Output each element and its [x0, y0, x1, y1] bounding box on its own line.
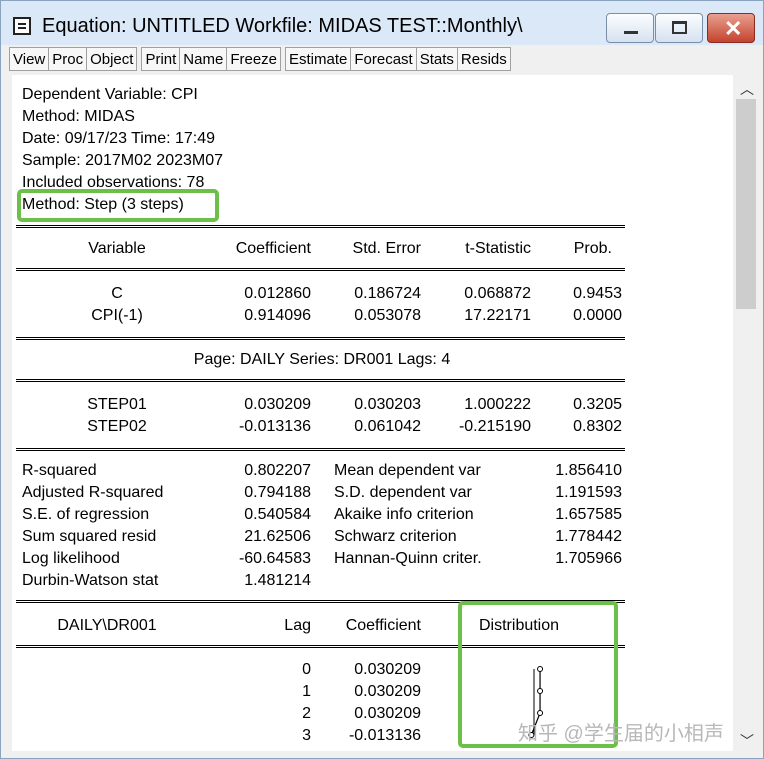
col-std-error: Std. Error: [352, 240, 421, 257]
lag-coefficient: 0.030209: [354, 661, 421, 678]
lag-coefficient: 0.030209: [354, 705, 421, 722]
stat-value: 21.62506: [244, 528, 311, 545]
row-step01-variable: STEP01: [87, 396, 147, 413]
minimize-icon: [624, 31, 638, 34]
row-step01-prob: 0.3205: [573, 396, 622, 413]
stat-label: Adjusted R-squared: [22, 484, 164, 501]
lag-value: 0: [302, 661, 311, 678]
stat-label: Sum squared resid: [22, 528, 157, 545]
dependent-variable-line: Dependent Variable: CPI: [22, 86, 198, 103]
maximize-button[interactable]: [655, 13, 703, 43]
forecast-button[interactable]: Forecast: [350, 47, 417, 71]
watermark: 知乎 @学生届的小相声: [518, 723, 724, 745]
view-button[interactable]: View: [9, 47, 50, 71]
stat-value: 0.540584: [244, 506, 311, 523]
stat-value: 1.191593: [555, 484, 622, 501]
toolbar: View Proc Object Print Name Freeze Estim…: [9, 47, 511, 71]
stat-label: Hannan-Quinn criter.: [334, 550, 482, 567]
stat-label: Log likelihood: [22, 550, 120, 567]
row-c-coefficient: 0.012860: [244, 285, 311, 302]
stat-label: Mean dependent var: [334, 462, 481, 479]
stat-value: 1.481214: [244, 572, 311, 589]
method-line: Method: MIDAS: [22, 108, 135, 125]
lag-col-series: DAILY\DR001: [57, 617, 157, 634]
midas-page-header: Page: DAILY Series: DR001 Lags: 4: [193, 351, 451, 368]
row-c-variable: C: [111, 285, 123, 302]
row-cpi-coefficient: 0.914096: [244, 307, 311, 324]
window-title: Equation: UNTITLED Workfile: MIDAS TEST:…: [42, 15, 523, 37]
object-button[interactable]: Object: [86, 47, 138, 71]
row-c-t-statistic: 0.068872: [464, 285, 531, 302]
table-rule: [16, 337, 625, 340]
stat-value: 0.794188: [244, 484, 311, 501]
stat-value: 1.778442: [555, 528, 622, 545]
col-t-statistic: t-Statistic: [465, 240, 531, 257]
stat-label: Akaike info criterion: [334, 506, 474, 523]
row-c-std-error: 0.186724: [354, 285, 421, 302]
row-cpi-t-statistic: 17.22171: [464, 307, 531, 324]
row-cpi-std-error: 0.053078: [354, 307, 421, 324]
table-rule: [16, 448, 625, 451]
lag-coefficient: 0.030209: [354, 683, 421, 700]
row-step02-coefficient: -0.013136: [238, 418, 311, 435]
scroll-down-icon[interactable]: ﹀: [740, 731, 754, 751]
stat-label: Schwarz criterion: [334, 528, 457, 545]
col-variable: Variable: [88, 240, 146, 257]
row-step02-variable: STEP02: [87, 418, 147, 435]
maximize-icon: [672, 21, 687, 34]
estimate-button[interactable]: Estimate: [285, 47, 352, 71]
row-step01-t-statistic: 1.000222: [464, 396, 531, 413]
lag-value: 1: [302, 683, 311, 700]
row-cpi-variable: CPI(-1): [91, 307, 143, 324]
title-bar[interactable]: Equation: UNTITLED Workfile: MIDAS TEST:…: [1, 1, 763, 45]
stat-label: S.E. of regression: [22, 506, 150, 523]
row-step01-std-error: 0.030203: [354, 396, 421, 413]
system-menu-icon[interactable]: [13, 17, 31, 35]
table-rule: [16, 379, 625, 382]
lag-coefficient: -0.013136: [348, 727, 421, 744]
stat-label: S.D. dependent var: [334, 484, 472, 501]
lag-value: 2: [302, 705, 311, 722]
stat-value: 1.705966: [555, 550, 622, 567]
vertical-scrollbar[interactable]: ︿ ﹀: [734, 75, 758, 751]
table-rule: [16, 225, 625, 228]
lag-value: 3: [302, 727, 311, 744]
row-step02-std-error: 0.061042: [354, 418, 421, 435]
name-button[interactable]: Name: [179, 47, 228, 71]
stat-label: Durbin-Watson stat: [22, 572, 159, 589]
freeze-button[interactable]: Freeze: [226, 47, 281, 71]
col-prob: Prob.: [573, 240, 612, 257]
scroll-thumb[interactable]: [736, 99, 756, 309]
lag-col-coefficient: Coefficient: [345, 617, 421, 634]
row-cpi-prob: 0.0000: [573, 307, 622, 324]
minimize-button[interactable]: [606, 13, 654, 43]
date-line: Date: 09/17/23 Time: 17:49: [22, 130, 216, 147]
sample-line: Sample: 2017M02 2023M07: [22, 152, 224, 169]
stat-value: 0.802207: [244, 462, 311, 479]
close-button[interactable]: ✕: [707, 13, 755, 43]
close-icon: ✕: [724, 16, 743, 41]
row-c-prob: 0.9453: [573, 285, 622, 302]
output-pane[interactable]: Dependent Variable: CPI Method: MIDAS Da…: [12, 75, 733, 751]
stat-value: 1.856410: [555, 462, 622, 479]
col-coefficient: Coefficient: [235, 240, 311, 257]
stats-button[interactable]: Stats: [415, 47, 458, 71]
row-step02-prob: 0.8302: [573, 418, 622, 435]
row-step01-coefficient: 0.030209: [244, 396, 311, 413]
stat-value: -60.64583: [238, 550, 311, 567]
print-button[interactable]: Print: [141, 47, 181, 71]
resids-button[interactable]: Resids: [456, 47, 511, 71]
stat-label: R-squared: [22, 462, 97, 479]
table-rule: [16, 268, 625, 271]
stat-value: 1.657585: [555, 506, 622, 523]
step-method-highlight: [17, 189, 219, 222]
scroll-up-icon[interactable]: ︿: [740, 79, 754, 99]
proc-button[interactable]: Proc: [48, 47, 88, 71]
equation-window: Equation: UNTITLED Workfile: MIDAS TEST:…: [0, 0, 764, 759]
row-step02-t-statistic: -0.215190: [458, 418, 531, 435]
lag-col-lag: Lag: [284, 617, 311, 634]
